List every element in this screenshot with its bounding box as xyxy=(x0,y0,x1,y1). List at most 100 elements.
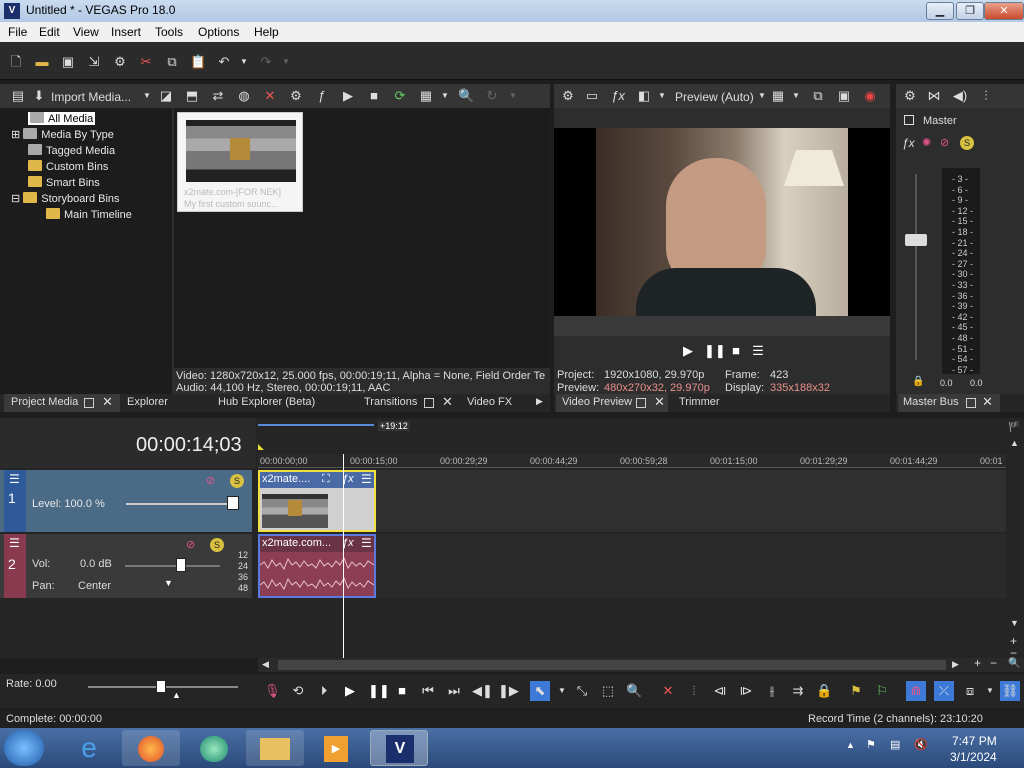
vegas-taskbar-icon[interactable]: V xyxy=(370,730,428,766)
audio-event-clip[interactable]: x2mate.com... ƒx ☰ xyxy=(258,534,376,598)
file-explorer-icon[interactable] xyxy=(246,730,304,766)
close-tab-icon[interactable]: ✕ xyxy=(102,394,113,410)
record-icon[interactable]: 🎙 xyxy=(264,683,281,699)
audio-track-header[interactable]: ☰ 2 Vol: 0.0 dB Pan: Center ▼ ⊘ S xyxy=(0,534,252,598)
tab-video-fx[interactable]: Video FX xyxy=(467,396,512,408)
scroll-left-icon[interactable]: ◀ xyxy=(262,659,269,670)
master-fx-settings-icon[interactable]: ✺ xyxy=(922,136,931,149)
video-event-clip[interactable]: x2mate.... ⛶ ƒx ☰ xyxy=(258,470,376,532)
properties-gear-icon[interactable]: ⚙ xyxy=(112,54,128,70)
auto-crossfade-icon[interactable]: ⤫ xyxy=(934,681,954,701)
stop-preview-icon[interactable]: ■ xyxy=(366,88,382,104)
track-menu-icon[interactable]: ☰ xyxy=(9,472,20,486)
lock-icon[interactable]: ⛓ xyxy=(1000,681,1020,701)
tabs-scroll-right-icon[interactable]: ▶ xyxy=(536,396,543,407)
start-button[interactable] xyxy=(4,730,44,766)
pause-icon[interactable]: ❚❚ xyxy=(368,683,390,699)
minimize-button[interactable]: ▁ xyxy=(926,2,954,20)
views-icon[interactable]: ▦ xyxy=(418,88,434,104)
lock-envelopes-icon[interactable]: 🔒 xyxy=(816,683,832,699)
preview-stop-icon[interactable]: ■ xyxy=(728,343,744,359)
save-snapshot-icon[interactable]: ▣ xyxy=(836,88,852,104)
audio-track-mute-icon[interactable]: ⊘ xyxy=(186,538,195,551)
master-mute-icon[interactable]: ⊘ xyxy=(940,136,949,149)
import-media-button[interactable]: Import Media... xyxy=(51,90,131,104)
zoom-in-horizontal-icon[interactable]: + xyxy=(974,656,981,670)
menu-edit[interactable]: Edit xyxy=(39,25,60,39)
scroll-right-icon[interactable]: ▶ xyxy=(952,659,959,670)
play-preview-icon[interactable]: ▶ xyxy=(340,88,356,104)
record-icon[interactable]: ◉ xyxy=(862,88,878,104)
video-track-mute-icon[interactable]: ⊘ xyxy=(206,474,215,487)
search-icon[interactable]: 🔍 xyxy=(458,88,474,104)
undo-icon[interactable]: ↶ xyxy=(216,54,232,70)
trim-end-icon[interactable]: ⧐ xyxy=(738,683,754,699)
firefox-icon[interactable] xyxy=(122,730,180,766)
tree-item-tagged-media[interactable]: Tagged Media xyxy=(28,144,115,157)
tree-item-all-media[interactable]: All Media xyxy=(28,112,96,125)
undock-icon[interactable] xyxy=(636,398,646,408)
normal-edit-tool-icon[interactable]: ⬉ xyxy=(530,681,550,701)
refresh-dropdown-icon[interactable]: ▼ xyxy=(505,88,521,104)
tab-trimmer[interactable]: Trimmer xyxy=(679,396,720,408)
master-fader-knob[interactable] xyxy=(905,234,927,246)
trim-start-icon[interactable]: ⧏ xyxy=(712,683,728,699)
undock-icon[interactable] xyxy=(424,398,434,408)
tab-hub-explorer[interactable]: Hub Explorer (Beta) xyxy=(218,396,315,408)
loop-region-bar[interactable] xyxy=(258,424,374,426)
view-icon[interactable]: ▤ xyxy=(10,88,26,104)
undo-dropdown-icon[interactable]: ▼ xyxy=(236,54,252,70)
zoom-out-horizontal-icon[interactable]: − xyxy=(990,656,997,670)
copy-snapshot-icon[interactable]: ⧉ xyxy=(810,88,826,104)
grouping-dropdown-icon[interactable]: ▼ xyxy=(982,683,998,699)
tab-video-preview[interactable]: Video Preview xyxy=(562,396,632,408)
clock-date[interactable]: 3/1/2024 xyxy=(950,750,997,764)
paste-icon[interactable]: 📋 xyxy=(190,54,206,70)
master-properties-icon[interactable]: ⚙ xyxy=(902,88,918,104)
scroll-down-icon[interactable]: ▼ xyxy=(1010,618,1019,628)
vol-slider-knob[interactable] xyxy=(176,558,186,572)
track-menu-icon[interactable]: ☰ xyxy=(9,536,20,550)
master-checkbox[interactable] xyxy=(904,115,914,125)
refresh-icon[interactable]: ↻ xyxy=(484,88,500,104)
mixer-faders-icon[interactable]: ⫶ xyxy=(978,88,994,104)
event-menu-icon[interactable]: ☰ xyxy=(361,536,372,550)
envelope-tool-icon[interactable]: ⤡ xyxy=(574,683,590,699)
edit-tool-dropdown-icon[interactable]: ▼ xyxy=(554,683,570,699)
event-pan-crop-icon[interactable]: ⛶ xyxy=(322,473,330,486)
level-slider-knob[interactable] xyxy=(227,496,239,510)
globe-icon[interactable]: ◍ xyxy=(236,88,252,104)
menu-options[interactable]: Options xyxy=(198,25,239,39)
tree-item-smart-bins[interactable]: Smart Bins xyxy=(28,176,100,189)
previous-frame-icon[interactable]: ◀❚ xyxy=(472,683,493,699)
pan-slider-knob[interactable]: ▼ xyxy=(164,578,173,588)
loop-playback-icon[interactable]: ⟲ xyxy=(290,683,306,699)
scroll-up-icon[interactable]: ▲ xyxy=(1010,438,1019,448)
downmix-icon[interactable]: ⋈ xyxy=(926,88,942,104)
stop-icon[interactable]: ■ xyxy=(394,683,410,699)
next-frame-icon[interactable]: ❚▶ xyxy=(498,683,519,699)
trim-icon[interactable]: ⦙ xyxy=(686,683,702,699)
tree-item-main-timeline[interactable]: Main Timeline xyxy=(46,208,132,221)
external-monitor-icon[interactable]: ▭ xyxy=(584,88,600,104)
menu-help[interactable]: Help xyxy=(254,25,279,39)
scroll-thumb[interactable] xyxy=(278,660,946,670)
video-track-header[interactable]: ☰ 1 Level: 100.0 % ⊘ S xyxy=(0,470,252,532)
video-player-icon[interactable]: ▶ xyxy=(308,730,366,766)
tray-expand-icon[interactable]: ▲ xyxy=(846,740,855,750)
go-to-start-icon[interactable]: ⏮ xyxy=(420,683,436,699)
preview-menu-icon[interactable]: ☰ xyxy=(750,343,766,359)
playhead-cursor[interactable] xyxy=(343,454,344,658)
new-file-icon[interactable]: 🗋 xyxy=(8,54,24,70)
auto-ripple-icon[interactable]: ⇉ xyxy=(790,683,806,699)
snapping-icon[interactable]: ⋒ xyxy=(906,681,926,701)
tab-project-media[interactable]: Project Media xyxy=(11,396,78,408)
menu-tools[interactable]: Tools xyxy=(155,25,183,39)
clock-time[interactable]: 7:47 PM xyxy=(952,734,997,748)
tree-item-custom-bins[interactable]: Custom Bins xyxy=(28,160,108,173)
master-solo-icon[interactable]: S xyxy=(960,136,974,150)
event-grouping-icon[interactable]: ⧈ xyxy=(962,683,978,699)
internet-explorer-icon[interactable]: e xyxy=(60,730,118,766)
split-dropdown-icon[interactable]: ▼ xyxy=(654,88,670,104)
delete-icon[interactable]: ✕ xyxy=(660,683,676,699)
